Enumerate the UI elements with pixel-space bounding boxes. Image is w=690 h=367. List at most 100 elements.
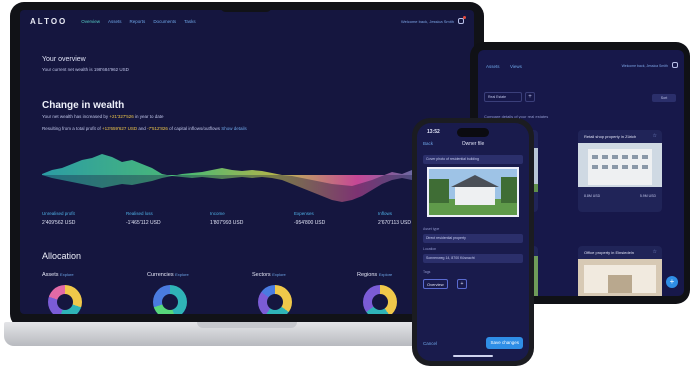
profit-mid: and (137, 126, 148, 131)
app-logo[interactable]: ALTOO (30, 17, 67, 26)
allocation-assets: Assets Explore (42, 272, 147, 314)
tablet-notifications-icon[interactable] (672, 62, 678, 68)
stats-row: Unrealised profit 2'409'562 USD Realised… (42, 211, 462, 226)
show-details-link[interactable]: Show details (221, 126, 247, 131)
phone-screen-title: Owner file (461, 141, 485, 147)
asset-type-label: Asset type (423, 227, 440, 231)
stat-label: Expenses (294, 211, 314, 216)
allocation-title: Allocation (42, 251, 82, 261)
photo-caption-field[interactable]: Cover photo of residential building (423, 155, 523, 164)
change-amount: +21'327'526 (109, 114, 134, 119)
allocation-label: Currencies (147, 272, 174, 278)
currencies-donut-chart[interactable] (153, 285, 187, 314)
wealth-waveform-chart (42, 152, 462, 202)
sectors-donut-chart[interactable] (258, 285, 292, 314)
allocation-header: Assets Explore (42, 272, 147, 278)
explore-link[interactable]: Explore (60, 272, 74, 277)
stat-value: -954'800 USD (294, 220, 326, 226)
change-in-wealth-title: Change in wealth (42, 100, 125, 111)
property-photo[interactable] (427, 167, 519, 217)
cancel-button[interactable]: Cancel (423, 341, 437, 346)
allocation-sectors: Sectors Explore (252, 272, 357, 314)
property-card[interactable]: Office property in Einsiedeln ☆ (578, 246, 662, 296)
favorite-icon[interactable]: ☆ (653, 249, 657, 255)
camera-notch (220, 2, 272, 12)
stat-value: 1'807'993 USD (210, 220, 244, 226)
allocation-label: Assets (42, 272, 59, 278)
nav-assets[interactable]: Assets (108, 19, 122, 24)
sort-button[interactable]: Sort (652, 94, 676, 102)
profit-text: Resulting from a total profit of (42, 126, 103, 131)
property-photo (578, 259, 662, 296)
status-time: 13:52 (427, 129, 440, 135)
profit-amount: +13'659'627 USD (102, 126, 138, 131)
home-indicator (453, 355, 493, 357)
top-navigation: ALTOO Overview Assets Reports Documents … (20, 10, 474, 32)
regions-donut-chart[interactable] (363, 285, 397, 314)
change-summary-line: Your net wealth has increased by +21'327… (42, 114, 164, 119)
change-text-post: in year to date (133, 114, 164, 119)
overview-title: Your overview (42, 56, 86, 63)
notifications-icon[interactable] (458, 16, 466, 24)
property-card[interactable]: Retail shop property in Zürich ☆ 8.8M US… (578, 130, 662, 212)
allocation-header: Sectors Explore (252, 272, 357, 278)
allocation-currencies: Currencies Explore (147, 272, 252, 314)
profit-summary-line: Resulting from a total profit of +13'659… (42, 126, 247, 131)
location-field[interactable]: Sonnenweg 14, 8700 Küsnacht (423, 254, 523, 263)
marketing-composition: ALTOO Overview Assets Reports Documents … (0, 0, 690, 367)
nav-overview[interactable]: Overview (81, 19, 100, 24)
card-value-a: 8.8M USD (584, 194, 601, 198)
assets-donut-chart[interactable] (48, 285, 82, 314)
explore-link[interactable]: Explore (272, 272, 286, 277)
nav-right: Welcome back, Jessica Smith (401, 16, 466, 24)
stat-unrealised-profit: Unrealised profit 2'409'562 USD (42, 211, 126, 226)
nav-reports[interactable]: Reports (130, 19, 146, 24)
stat-value: -1'465'112 USD (126, 220, 161, 226)
profit-post: of capital inflows/outflows (167, 126, 220, 131)
explore-link[interactable]: Explore (175, 272, 189, 277)
stat-label: Income (210, 211, 225, 216)
property-photo (578, 143, 662, 187)
phone-screen: 13:52 Back Owner file Cover photo of res… (417, 123, 529, 361)
tags-label: Tags (423, 270, 431, 274)
add-filter-button[interactable]: + (525, 92, 535, 102)
wave-lower (42, 175, 462, 202)
change-text: Your net wealth has increased by (42, 114, 110, 119)
tag-chip[interactable]: Overview (423, 279, 448, 289)
stat-expenses: Expenses -954'800 USD (294, 211, 378, 226)
location-label: Location (423, 247, 437, 251)
card-title: Office property in Einsiedeln (584, 250, 634, 255)
add-tag-button[interactable]: + (457, 279, 467, 289)
user-greeting[interactable]: Welcome back, Jessica Smith (401, 19, 454, 24)
save-changes-button[interactable]: Save changes (486, 337, 523, 349)
explore-link[interactable]: Explore (379, 272, 393, 277)
tablet-user-greeting[interactable]: Welcome back, Jessica Smith (622, 64, 668, 68)
allocation-row: Assets Explore Currencies Explore Sector… (42, 272, 462, 314)
add-asset-button[interactable]: + (666, 276, 678, 288)
allocation-label: Sectors (252, 272, 271, 278)
phone-device: 13:52 Back Owner file Cover photo of res… (412, 118, 534, 366)
laptop-groove (197, 322, 297, 328)
real-estate-filter[interactable]: Real Estate (484, 92, 522, 102)
stat-income: Income 1'807'993 USD (210, 211, 294, 226)
allocation-header: Currencies Explore (147, 272, 252, 278)
stat-realised-loss: Realised loss -1'465'112 USD (126, 211, 210, 226)
house-image (429, 169, 517, 215)
allocation-label: Regions (357, 272, 378, 278)
overview-subtitle: Your current net wealth is 198'684'962 U… (42, 67, 129, 72)
stat-label: Realised loss (126, 211, 153, 216)
nav-tasks[interactable]: Tasks (184, 19, 196, 24)
card-value-b: 5.9M USD (639, 194, 656, 198)
flows-amount: -7'512'826 (147, 126, 168, 131)
tablet-tab-views[interactable]: Views (510, 64, 522, 69)
asset-type-select[interactable]: Direct residential property (423, 234, 523, 243)
card-meta: 8.8M USD 5.9M USD (578, 192, 662, 200)
favorite-icon[interactable]: ☆ (653, 133, 657, 139)
stat-value: 2'409'562 USD (42, 220, 76, 226)
nav-documents[interactable]: Documents (153, 19, 176, 24)
nav-links: Overview Assets Reports Documents Tasks (81, 19, 195, 24)
dynamic-island (457, 128, 489, 137)
tablet-tab-assets[interactable]: Assets (486, 64, 500, 69)
stat-label: Unrealised profit (42, 211, 75, 216)
laptop-screen: ALTOO Overview Assets Reports Documents … (20, 10, 474, 314)
